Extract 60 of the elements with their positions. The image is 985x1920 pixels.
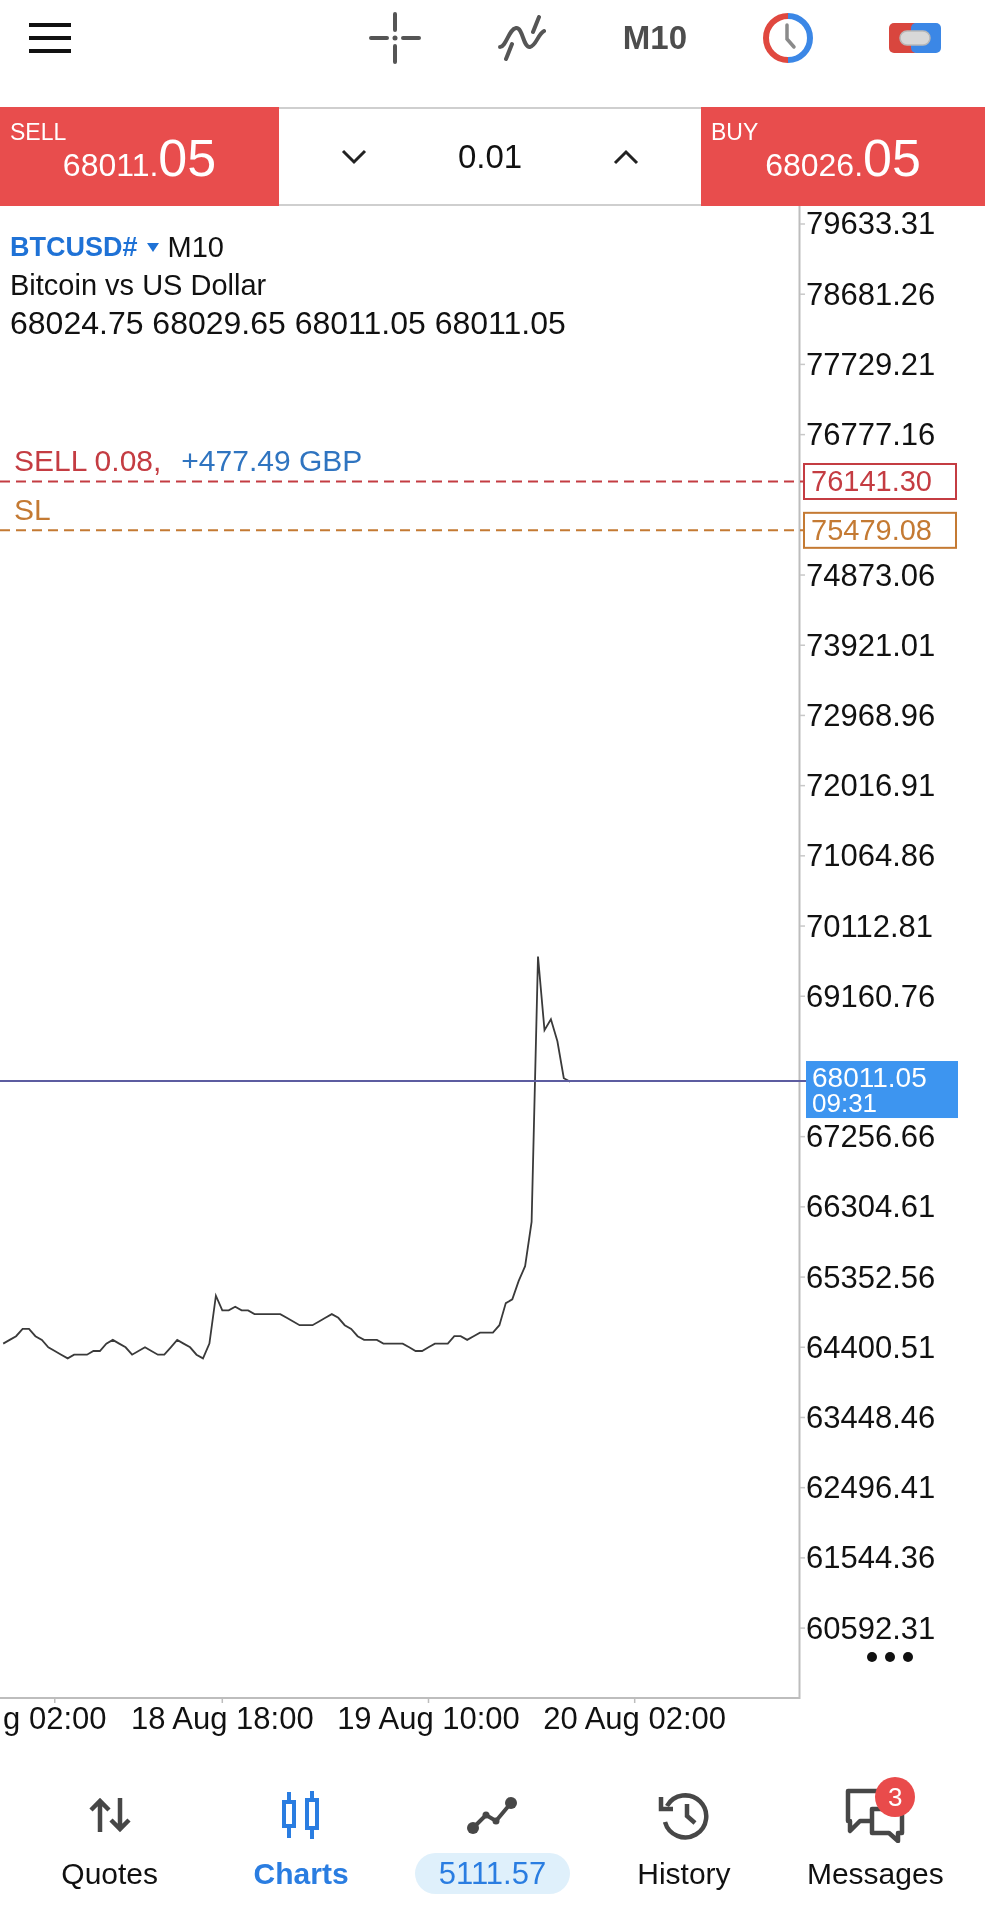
price-label: 73921.01 [806, 627, 936, 663]
notification-badge: 3 [875, 1777, 916, 1817]
time-label: 18 Aug 18:00 [130, 1700, 314, 1736]
balance-pill: 5111.57 [414, 1853, 571, 1894]
lot-field[interactable]: 0.01 [457, 136, 523, 177]
symbol-description: Bitcoin vs US Dollar [10, 268, 268, 303]
time-label: 19 Aug 10:00 [337, 1700, 520, 1736]
price-label: 64400.51 [806, 1329, 936, 1365]
timeframe-button[interactable]: M10 [622, 18, 687, 57]
price-label: 71064.86 [806, 838, 936, 874]
price-label: 76777.16 [806, 417, 936, 453]
crosshair-icon[interactable] [368, 11, 421, 64]
history-icon[interactable] [656, 1790, 711, 1840]
arrows-icon[interactable] [88, 1797, 131, 1833]
price-label: 63448.46 [806, 1399, 936, 1435]
sell-button[interactable]: SELL 68011.05 [0, 107, 279, 206]
price-label: 77729.21 [806, 346, 936, 382]
price-label: 70112.81 [806, 908, 933, 944]
nav-tab[interactable]: Quotes [61, 1775, 159, 1891]
menu-icon[interactable] [27, 22, 73, 53]
tiles-icon[interactable] [889, 20, 941, 55]
symbol-name[interactable]: BTCUSD# [10, 228, 138, 266]
profit-label: +477.49 GBP [181, 444, 363, 477]
nav-tab[interactable]: 3 Messages [806, 1775, 944, 1891]
stop-loss-label: SL [14, 492, 51, 526]
nav-tab[interactable]: 5111.57 [414, 1775, 571, 1894]
ref-line-label: 68011.05 [812, 1061, 927, 1093]
price-label: 62496.41 [806, 1470, 936, 1506]
ohlc-values: 68024.75 68029.65 68011.05 68011.05 [10, 304, 566, 342]
ref-line-label: 76141.30 [811, 465, 932, 498]
bid-price-tag: 68011.05 09:31 [806, 1061, 958, 1118]
wave-icon[interactable] [496, 14, 547, 61]
candlestick-icon[interactable] [281, 1791, 322, 1839]
price-label: 78681.26 [806, 276, 936, 312]
ref-line-label: 75479.08 [811, 514, 932, 547]
line-chart-icon[interactable] [466, 1795, 519, 1835]
time-label: 20 Aug 02:00 [543, 1700, 727, 1736]
price-tag: 76141.30 [803, 463, 957, 500]
caret-icon[interactable] [146, 242, 159, 252]
time-label: g 02:00 [3, 1700, 107, 1736]
order-label: SELL 0.08, [14, 444, 162, 477]
clock-icon[interactable] [763, 12, 813, 63]
price-label: 72968.96 [806, 697, 936, 733]
price-label: 79633.31 [806, 206, 936, 242]
price-label: 61544.36 [806, 1540, 936, 1576]
chevron-up-icon[interactable] [613, 148, 639, 165]
price-label: 67256.66 [806, 1119, 936, 1155]
price-label: 74873.06 [806, 557, 936, 593]
timeframe-label: M10 [167, 230, 224, 265]
nav-tab[interactable]: History [637, 1775, 731, 1891]
chevron-down-icon[interactable] [341, 148, 367, 165]
nav-tab[interactable]: Charts [253, 1775, 349, 1891]
price-tag: 75479.08 [803, 511, 957, 549]
buy-button[interactable]: BUY 68026.05 [701, 107, 985, 206]
more-icon[interactable] [867, 1652, 913, 1662]
price-label: 60592.31 [806, 1610, 936, 1646]
price-label: 72016.91 [806, 768, 936, 804]
price-label: 65352.56 [806, 1259, 936, 1295]
price-label: 69160.76 [806, 978, 936, 1014]
price-label: 66304.61 [806, 1189, 936, 1225]
